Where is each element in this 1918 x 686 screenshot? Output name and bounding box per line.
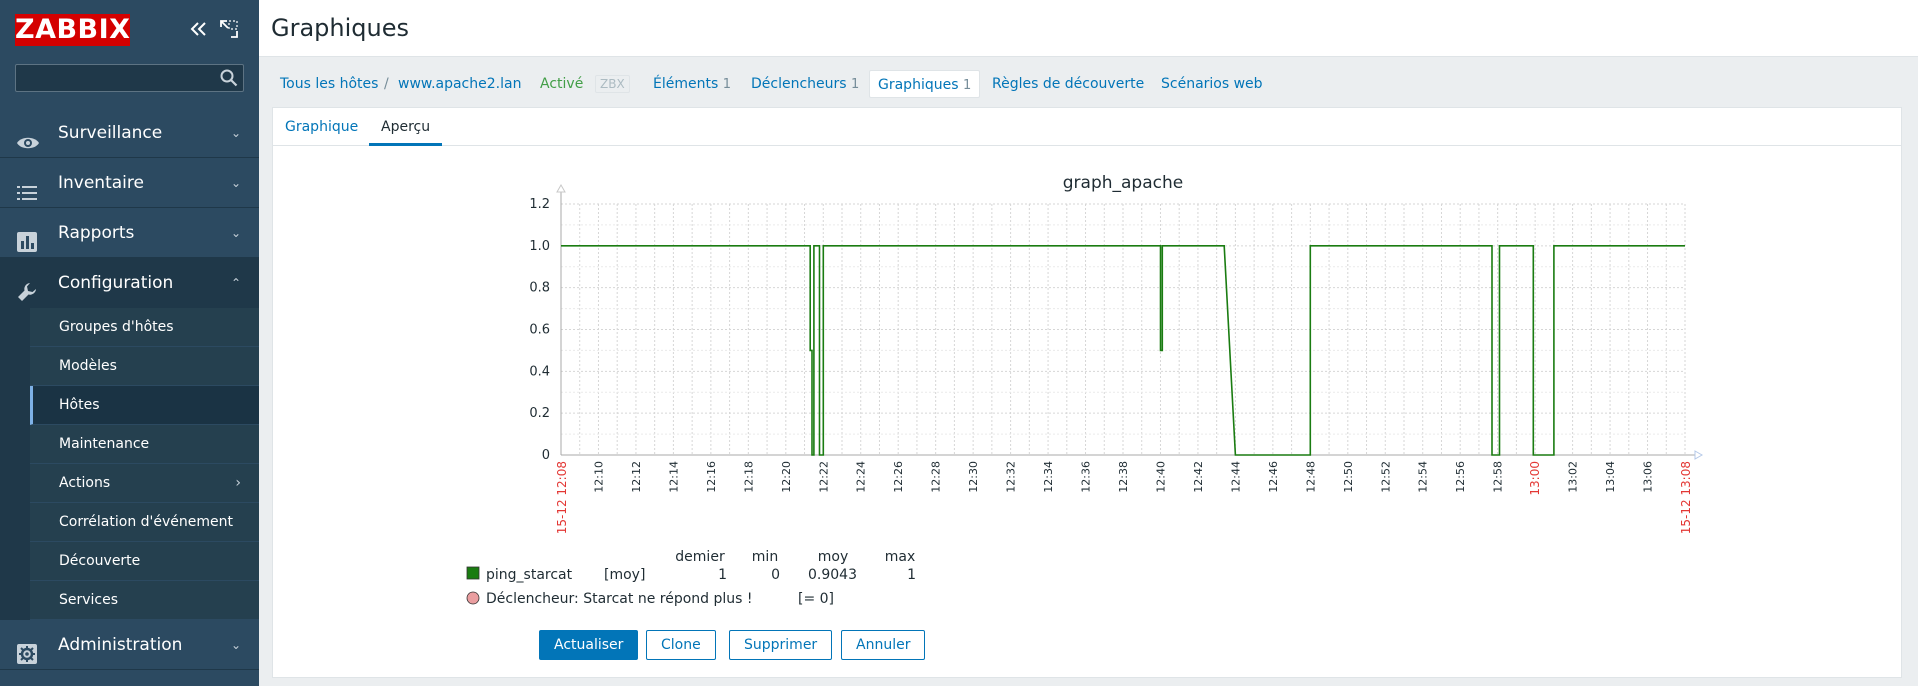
delete-button[interactable]: Supprimer (729, 630, 833, 660)
chevron-down-icon: ⌄ (230, 638, 241, 652)
submenu-actions[interactable]: Actions › (30, 464, 259, 503)
menu-label: Rapports (58, 223, 135, 243)
tab-items-count: 1 (722, 77, 731, 92)
tab-triggers[interactable]: Déclencheurs 1 (751, 70, 859, 98)
cancel-button[interactable]: Annuler (841, 630, 926, 660)
submenu-event-correlation[interactable]: Corrélation d'événement (30, 503, 259, 542)
wrench-icon (16, 273, 38, 301)
chevron-down-icon: ⌄ (230, 226, 241, 240)
update-button[interactable]: Actualiser (539, 630, 639, 660)
chevron-up-icon: ⌃ (230, 276, 241, 290)
submenu-maintenance[interactable]: Maintenance (30, 425, 259, 464)
search-input[interactable] (15, 64, 244, 92)
zabbix-logo[interactable]: ZABBIX (15, 14, 130, 46)
menu-label: Surveillance (58, 123, 163, 143)
gear-icon (16, 635, 38, 664)
menu-rapports[interactable]: Rapports ⌄ (0, 208, 259, 258)
sidebar: ZABBIX Surveillance ⌄ Inventaire ⌄ Rappo… (0, 0, 259, 686)
menu-label: Inventaire (58, 173, 144, 193)
tab-discovery-rules[interactable]: Règles de découverte (992, 70, 1144, 98)
tab-graphs-count: 1 (962, 78, 972, 93)
submenu-discovery[interactable]: Découverte (30, 542, 259, 581)
search-icon[interactable] (220, 69, 238, 87)
kiosk-mode-icon[interactable] (218, 18, 240, 40)
submenu-hosts[interactable]: Hôtes (30, 386, 259, 425)
tab-triggers-count: 1 (851, 77, 860, 92)
configuration-submenu: Groupes d'hôtes Modèles Hôtes Maintenanc… (0, 308, 259, 620)
breadcrumb-host[interactable]: www.apache2.lan (398, 70, 521, 98)
tab-items-label: Éléments (653, 76, 719, 92)
graph-panel: Graphique Aperçu (272, 107, 1902, 678)
menu-configuration[interactable]: Configuration ⌃ (0, 258, 259, 308)
sidebar-header: ZABBIX (0, 0, 259, 60)
tab-graphs[interactable]: Graphiques 1 (869, 70, 981, 98)
list-icon (16, 173, 38, 200)
breadcrumb-separator: / (384, 76, 389, 92)
status-enabled[interactable]: Activé (540, 70, 583, 98)
tab-graph[interactable]: Graphique (273, 108, 370, 146)
submenu-label: Actions (59, 475, 111, 491)
breadcrumb-all-hosts[interactable]: Tous les hôtes (280, 70, 378, 98)
collapse-icon[interactable] (188, 18, 210, 40)
chevron-down-icon: ⌄ (230, 126, 241, 140)
graph-tabs: Graphique Aperçu (273, 108, 1901, 146)
main-menu: Surveillance ⌄ Inventaire ⌄ Rapports ⌄ C… (0, 108, 259, 670)
tab-triggers-label: Déclencheurs (751, 76, 847, 92)
menu-administration[interactable]: Administration ⌄ (0, 620, 259, 670)
submenu-templates[interactable]: Modèles (30, 347, 259, 386)
submenu-host-groups[interactable]: Groupes d'hôtes (30, 308, 259, 347)
eye-icon (16, 123, 39, 149)
page-title: Graphiques (271, 14, 409, 42)
bar-chart-icon (16, 223, 38, 252)
submenu-services[interactable]: Services (30, 581, 259, 620)
tab-graphs-label: Graphiques (878, 77, 959, 93)
chevron-down-icon: ⌄ (230, 176, 241, 190)
host-navigation: Tous les hôtes / www.apache2.lan Activé … (272, 70, 1902, 98)
page-header: Graphiques (259, 0, 1918, 57)
menu-inventaire[interactable]: Inventaire ⌄ (0, 158, 259, 208)
menu-label: Configuration (58, 273, 174, 293)
zbx-availability-badge: ZBX (595, 75, 630, 93)
clone-button[interactable]: Clone (646, 630, 716, 660)
tab-preview[interactable]: Aperçu (369, 108, 443, 146)
tab-items[interactable]: Éléments 1 (653, 70, 731, 98)
chevron-right-icon: › (235, 475, 241, 491)
menu-label: Administration (58, 635, 183, 655)
tab-web-scenarios[interactable]: Scénarios web (1161, 70, 1263, 98)
menu-surveillance[interactable]: Surveillance ⌄ (0, 108, 259, 158)
